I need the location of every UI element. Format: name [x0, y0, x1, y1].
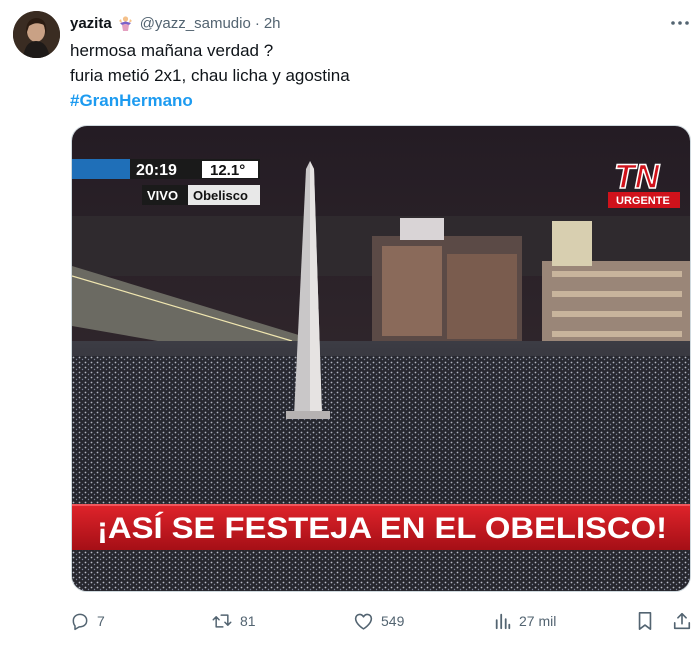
tweet: yazita @yazz_samudio · 2h hermosa mañana… [0, 0, 697, 649]
live-label: VIVO [147, 188, 178, 203]
profile-emoji-icon [117, 15, 134, 32]
tweet-text-line-1: hermosa mañana verdad ? [70, 41, 274, 60]
retweet-count: 81 [240, 613, 256, 629]
timestamp[interactable]: 2h [264, 15, 281, 32]
like-count: 549 [381, 613, 405, 629]
channel-tag: URGENTE [616, 195, 670, 207]
views-button[interactable]: 27 mil [494, 606, 556, 636]
channel-logo: TN [614, 158, 661, 196]
retweet-icon [211, 611, 233, 631]
tweet-image[interactable]: 20:19 12.1° VIVO Obelisco TN URGENTE ¡AS… [71, 125, 691, 592]
share-button[interactable] [672, 606, 692, 636]
display-name[interactable]: yazita [70, 15, 112, 32]
reply-count: 7 [97, 613, 105, 629]
avatar[interactable] [13, 11, 60, 58]
share-icon [672, 611, 692, 631]
headline-banner: ¡ASÍ SE FESTEJA EN EL OBELISCO! [97, 511, 667, 545]
user-handle[interactable]: @yazz_samudio [140, 15, 251, 32]
hashtag-link[interactable]: #GranHermano [70, 88, 680, 113]
like-icon [353, 611, 374, 631]
reply-button[interactable]: 7 [70, 606, 105, 636]
tweet-header: yazita @yazz_samudio · 2h [70, 12, 281, 34]
retweet-button[interactable]: 81 [211, 606, 256, 636]
like-button[interactable]: 549 [353, 606, 404, 636]
bookmark-icon [636, 611, 654, 631]
tweet-text-line-2: furia metió 2x1, chau licha y agostina [70, 66, 350, 85]
bookmark-button[interactable] [636, 606, 654, 636]
location-label: Obelisco [193, 188, 248, 203]
temperature-label: 12.1° [210, 162, 245, 179]
separator-dot: · [254, 14, 260, 32]
action-bar: 7 81 549 27 mil [70, 606, 695, 636]
clock-label: 20:19 [136, 162, 177, 179]
reply-icon [70, 611, 90, 631]
more-icon[interactable] [670, 14, 690, 32]
tweet-text: hermosa mañana verdad ? furia metió 2x1,… [70, 38, 680, 113]
views-count: 27 mil [519, 613, 557, 629]
views-icon [494, 612, 512, 630]
